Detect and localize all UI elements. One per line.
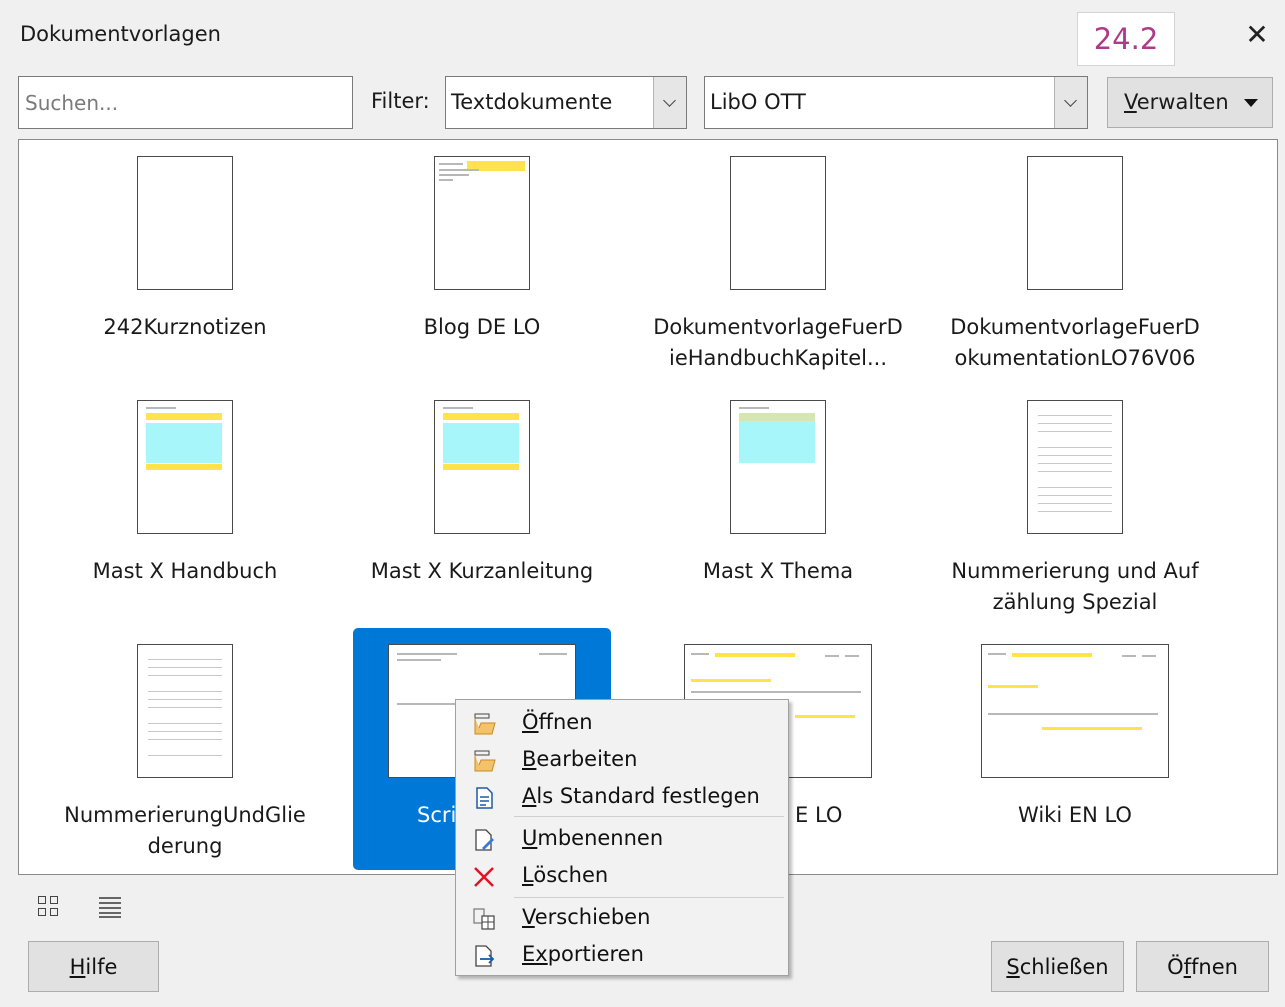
menu-item-move[interactable]: Verschieben bbox=[456, 900, 788, 936]
move-icon bbox=[473, 908, 495, 930]
menu-item-export[interactable]: Exportieren bbox=[456, 937, 788, 973]
icon-view-icon[interactable] bbox=[38, 896, 60, 918]
template-tile[interactable]: Mast X Kurzanleitung bbox=[353, 384, 611, 626]
menu-separator bbox=[514, 897, 784, 898]
template-thumbnail bbox=[137, 156, 233, 290]
rename-icon bbox=[475, 829, 494, 851]
dialog-title: Dokumentvorlagen bbox=[20, 22, 221, 46]
context-menu: Öffnen Bearbeiten Als Standard festlegen… bbox=[455, 699, 789, 976]
template-tile[interactable]: Nummerierung und Aufzählung Spezial bbox=[946, 384, 1204, 626]
chevron-down-icon[interactable] bbox=[1054, 77, 1087, 128]
template-thumbnail bbox=[981, 644, 1169, 778]
template-name: Mast X Thema bbox=[702, 559, 854, 583]
location-value: LibO OTT bbox=[710, 90, 806, 114]
template-name: E LO bbox=[795, 803, 843, 827]
menu-item-label: Bearbeiten bbox=[522, 747, 638, 771]
template-thumbnail bbox=[137, 644, 233, 778]
filter-select[interactable]: Textdokumente bbox=[445, 76, 687, 129]
filter-label: Filter: bbox=[371, 89, 430, 113]
menu-item-label: Öffnen bbox=[522, 710, 593, 734]
template-thumbnail bbox=[434, 156, 530, 290]
menu-item-edit[interactable]: Bearbeiten bbox=[456, 742, 788, 778]
template-name: 242Kurznotizen bbox=[103, 315, 267, 339]
version-badge: 24.2 bbox=[1077, 12, 1175, 66]
template-thumbnail bbox=[730, 400, 826, 534]
open-button[interactable]: Öf fnen bbox=[1136, 941, 1269, 992]
chevron-down-icon[interactable] bbox=[653, 77, 686, 128]
template-name: Nummerierung und Aufzählung Spezial bbox=[951, 559, 1199, 614]
manage-label: Verwalten bbox=[1124, 90, 1229, 114]
template-thumbnail bbox=[730, 156, 826, 290]
template-tile[interactable]: DokumentvorlageFuerDieHandbuchKapitel... bbox=[649, 140, 907, 382]
menu-item-rename[interactable]: Umbenennen bbox=[456, 821, 788, 857]
template-tile[interactable]: Mast X Handbuch bbox=[56, 384, 314, 626]
menu-item-label: Löschen bbox=[522, 863, 609, 887]
help-button[interactable]: Hilfe bbox=[28, 941, 159, 992]
menu-item-label: Exportieren bbox=[522, 942, 644, 966]
template-tile[interactable]: 242Kurznotizen bbox=[56, 140, 314, 382]
template-tile[interactable]: Mast X Thema bbox=[649, 384, 907, 626]
delete-icon bbox=[474, 867, 494, 887]
menu-item-label: Umbenennen bbox=[522, 826, 664, 850]
template-tile[interactable]: NummerierungUndGliederung bbox=[56, 628, 314, 870]
menu-separator bbox=[514, 816, 784, 817]
template-name: DokumentvorlageFuerDieHandbuchKapitel... bbox=[653, 315, 903, 370]
menu-item-label: Verschieben bbox=[522, 905, 651, 929]
search-input[interactable] bbox=[19, 77, 352, 128]
template-name: Wiki EN LO bbox=[1018, 803, 1132, 827]
template-thumbnail bbox=[1027, 400, 1123, 534]
template-name: Blog DE LO bbox=[423, 315, 541, 339]
export-icon bbox=[475, 945, 495, 967]
open-icon bbox=[474, 713, 496, 735]
location-select[interactable]: LibO OTT bbox=[704, 76, 1088, 129]
close-button[interactable]: Schließen bbox=[991, 941, 1124, 992]
template-tile[interactable]: Wiki EN LO bbox=[946, 628, 1204, 870]
menu-item-delete[interactable]: Löschen bbox=[456, 858, 788, 894]
manage-button[interactable]: Verwalten bbox=[1107, 77, 1273, 128]
menu-item-label: Als Standard festlegen bbox=[522, 784, 760, 808]
template-name: Mast X Handbuch bbox=[92, 559, 278, 583]
list-view-icon[interactable] bbox=[99, 896, 121, 918]
template-tile[interactable]: DokumentvorlageFuerDokumentationLO76V06 bbox=[946, 140, 1204, 382]
template-tile[interactable]: Blog DE LO bbox=[353, 140, 611, 382]
dropdown-arrow-icon bbox=[1244, 99, 1258, 107]
menu-item-open[interactable]: Öffnen bbox=[456, 705, 788, 741]
search-field[interactable] bbox=[18, 76, 353, 129]
template-thumbnail bbox=[1027, 156, 1123, 290]
filter-value: Textdokumente bbox=[451, 90, 613, 114]
template-thumbnail bbox=[434, 400, 530, 534]
set-default-icon bbox=[476, 787, 493, 809]
menu-item-set-default[interactable]: Als Standard festlegen bbox=[456, 779, 788, 815]
edit-icon bbox=[474, 750, 496, 772]
template-name: Mast X Kurzanleitung bbox=[370, 559, 594, 583]
template-name: DokumentvorlageFuerDokumentationLO76V06 bbox=[950, 315, 1200, 370]
template-thumbnail bbox=[137, 400, 233, 534]
close-icon[interactable]: ✕ bbox=[1242, 18, 1272, 52]
template-name: NummerierungUndGliederung bbox=[64, 803, 306, 858]
